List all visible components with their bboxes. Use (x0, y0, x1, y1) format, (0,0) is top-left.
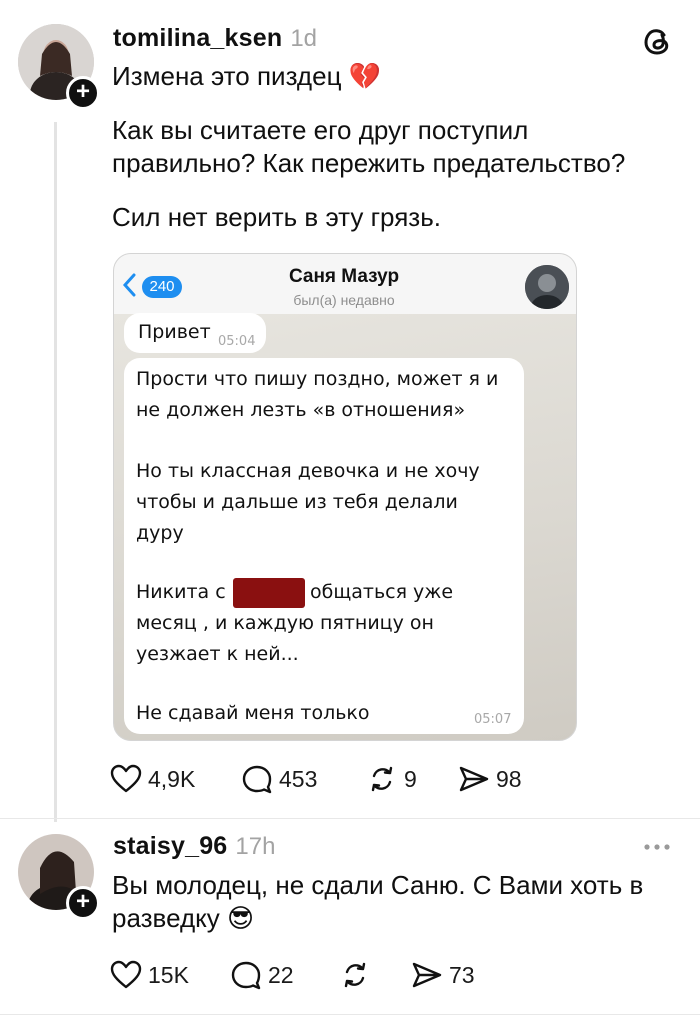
repost-icon (371, 766, 393, 792)
send-icon (412, 962, 442, 988)
divider (0, 818, 700, 819)
threads-logo-icon[interactable] (640, 24, 674, 58)
post-paragraph-1: Как вы считаете его друг поступил правил… (112, 114, 625, 180)
reply-text: Вы молодец, не сдали Саню. С Вами хоть в… (112, 869, 643, 935)
greeting-bubble: Привет 05:04 (124, 313, 266, 353)
post-title-text: Измена это пиздец (112, 61, 342, 91)
post-paragraph-1-line-1: Как вы считаете его друг поступил (112, 115, 529, 145)
chat-contact-name: Саня Мазур (288, 266, 400, 287)
reply-time: 17h (235, 833, 276, 860)
like-count: 4,9K (148, 765, 196, 792)
message-line: общаться уже (310, 581, 454, 603)
message-line: Не сдавай меня только (136, 702, 370, 724)
follow-plus-button[interactable]: + (66, 886, 100, 920)
message-bubble: Прости что пишу поздно, может я и не дол… (124, 358, 524, 734)
chevron-left-icon (122, 273, 136, 297)
broken-heart-icon: 💔 (348, 61, 382, 91)
message-line: месяц , и каждую пятницу он (136, 612, 434, 634)
reply-username[interactable]: staisy_96 (113, 832, 227, 861)
share-button[interactable]: 98 (458, 764, 522, 794)
post-paragraph-2: Сил нет верить в эту грязь. (112, 202, 441, 232)
unread-count-badge: 240 (142, 276, 182, 298)
heart-icon (110, 764, 142, 793)
post-time: 1d (290, 25, 318, 52)
sunglasses-emoji-icon: 😎 (227, 903, 255, 933)
reply-like-count: 15K (148, 961, 189, 988)
follow-plus-button[interactable]: + (66, 76, 100, 110)
repost-icon (344, 962, 366, 988)
chat-header: 240 Саня Мазур был(а) недавно (114, 254, 576, 315)
reply-text-line-2: разведку (112, 903, 220, 933)
repost-count: 9 (404, 765, 417, 792)
message-line: дуру (136, 522, 184, 544)
comment-count: 453 (279, 765, 318, 792)
reply-repost-button[interactable] (339, 960, 377, 990)
reply-share-count: 73 (449, 961, 475, 988)
reply-share-button[interactable]: 73 (411, 960, 475, 990)
message-line: Никита с (136, 581, 226, 603)
reply-header: staisy_96 17h (113, 832, 275, 861)
message-line: Но ты классная девочка и не хочу (136, 460, 480, 482)
post-title: Измена это пиздец 💔 (112, 60, 381, 93)
share-count: 98 (496, 765, 522, 792)
message-line: Прости что пишу поздно, может я и (136, 368, 499, 390)
message-line: чтобы и дальше из тебя делали (136, 491, 458, 513)
greeting-time: 05:04 (218, 334, 256, 349)
post-header: tomilina_ksen 1d (113, 24, 317, 53)
attached-chat-screenshot[interactable]: 240 Саня Мазур был(а) недавно Привет 05:… (113, 253, 577, 741)
contact-photo-icon (525, 265, 569, 309)
comment-bubble-icon (242, 765, 272, 794)
reply-text-line-1: Вы молодец, не сдали Саню. С Вами хоть в (112, 870, 644, 900)
message-line: уезжает к ней... (136, 643, 299, 665)
like-button[interactable]: 4,9K (110, 764, 195, 794)
reply-like-button[interactable]: 15K (110, 960, 189, 990)
message-line: не должен лезть «в отношения» (136, 399, 466, 421)
reply-comment-button[interactable]: 22 (230, 960, 294, 990)
reply-comment-count: 22 (268, 961, 294, 988)
comment-button[interactable]: 453 (241, 764, 317, 794)
send-icon (459, 766, 489, 792)
post-paragraph-1-line-2: правильно? Как пережить предательство? (112, 148, 626, 178)
divider (0, 1014, 700, 1015)
more-dots-icon[interactable] (640, 840, 674, 854)
comment-bubble-icon (231, 961, 261, 990)
greeting-text: Привет (138, 321, 211, 343)
chat-contact-status: был(а) недавно (293, 292, 395, 308)
heart-icon (110, 960, 142, 989)
redaction-mark (233, 578, 305, 608)
thread-connector-line (54, 122, 57, 822)
chat-contact-avatar (525, 265, 569, 309)
post-username[interactable]: tomilina_ksen (113, 24, 282, 53)
message-time: 05:07 (474, 712, 512, 727)
repost-button[interactable]: 9 (366, 764, 417, 794)
